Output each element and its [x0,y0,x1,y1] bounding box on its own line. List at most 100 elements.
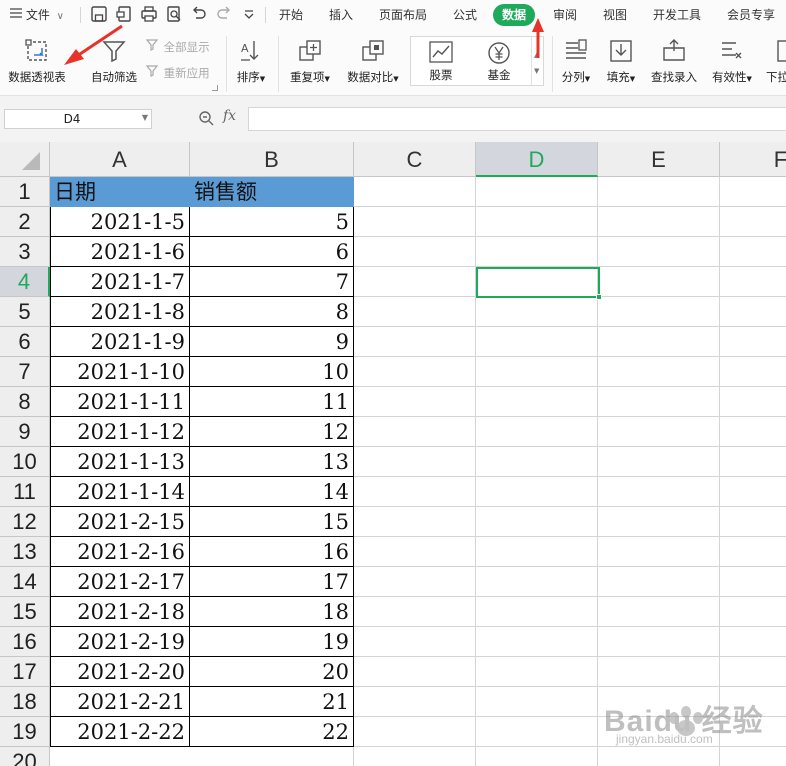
tab-member[interactable]: 会员专享 [727,0,775,30]
cell-sales[interactable]: 11 [190,387,354,417]
row-header-6[interactable]: 6 [0,327,50,357]
tab-review[interactable]: 审阅 [553,0,577,30]
show-all-button[interactable]: 全部显示 [145,39,210,57]
validity-button[interactable]: 有效性▼ [706,32,758,92]
chevron-down-icon[interactable]: ▼ [142,113,148,122]
column-header-f[interactable]: F [720,142,786,177]
cell-sales[interactable]: 19 [190,627,354,657]
lookup-entry-button[interactable]: 查找录入 [646,32,702,92]
cell-sales[interactable]: 17 [190,567,354,597]
data-compare-button[interactable]: 数据对比▼ [342,32,404,92]
row-header-16[interactable]: 16 [0,627,50,657]
row-header-12[interactable]: 12 [0,507,50,537]
row-header-11[interactable]: 11 [0,477,50,507]
name-box[interactable]: D4 ▼ [4,109,152,129]
column-header-e[interactable]: E [598,142,720,177]
fill-button[interactable]: 填充▼ [600,32,642,92]
print-icon[interactable] [140,5,160,25]
column-header-b[interactable]: B [190,142,354,177]
formula-input[interactable] [248,107,786,131]
duplicates-button[interactable]: 重复项▼ [284,32,336,92]
row-header-20[interactable]: 20 [0,747,50,766]
cell-date[interactable]: 2021-2-17 [50,567,190,597]
cell-sales[interactable]: 8 [190,297,354,327]
cell-sales[interactable]: 6 [190,237,354,267]
dialog-launcher-icon[interactable] [212,85,218,91]
row-header-14[interactable]: 14 [0,567,50,597]
cell-date[interactable]: 2021-2-20 [50,657,190,687]
dropdown-list-button[interactable]: 下拉 [762,32,786,92]
undo-icon[interactable] [190,5,210,25]
row-header-8[interactable]: 8 [0,387,50,417]
tab-home[interactable]: 开始 [279,0,303,30]
cell-sales[interactable]: 10 [190,357,354,387]
row-header-15[interactable]: 15 [0,597,50,627]
cell-date[interactable]: 2021-1-10 [50,357,190,387]
cell-sales[interactable]: 21 [190,687,354,717]
split-column-button[interactable]: 分列▼ [556,32,596,92]
cell-sales[interactable]: 18 [190,597,354,627]
cell-date[interactable]: 2021-1-14 [50,477,190,507]
cell-date[interactable]: 2021-1-6 [50,237,190,267]
cell-date[interactable]: 2021-2-19 [50,627,190,657]
row-header-1[interactable]: 1 [0,177,50,207]
row-header-13[interactable]: 13 [0,537,50,567]
funds-button[interactable]: 基金 [471,37,527,87]
cell-b1-header[interactable]: 销售额 [190,177,354,207]
active-cell-selection[interactable] [476,267,602,300]
row-header-17[interactable]: 17 [0,657,50,687]
file-menu[interactable]: 文件 ∨ [10,0,64,30]
row-header-9[interactable]: 9 [0,417,50,447]
cell-date[interactable]: 2021-2-16 [50,537,190,567]
row-header-7[interactable]: 7 [0,357,50,387]
column-header-a[interactable]: A [50,142,190,177]
cell-sales[interactable]: 15 [190,507,354,537]
cell-sales[interactable]: 12 [190,417,354,447]
cell-date[interactable]: 2021-1-12 [50,417,190,447]
cell-date[interactable]: 2021-1-5 [50,207,190,237]
cell-date[interactable]: 2021-2-21 [50,687,190,717]
column-header-d[interactable]: D [476,142,598,177]
tab-developer[interactable]: 开发工具 [653,0,701,30]
cell-sales[interactable]: 22 [190,717,354,747]
row-header-5[interactable]: 5 [0,297,50,327]
cell-sales[interactable]: 5 [190,207,354,237]
cell-sales[interactable]: 9 [190,327,354,357]
tab-formulas[interactable]: 公式 [453,0,477,30]
redo-icon[interactable] [215,5,235,25]
insert-function-button[interactable]: fx [223,108,236,124]
cell-sales[interactable]: 7 [190,267,354,297]
cell-date[interactable]: 2021-2-18 [50,597,190,627]
cell-sales[interactable]: 16 [190,537,354,567]
fill-handle[interactable] [596,294,602,300]
zoom-search-icon[interactable] [198,110,214,130]
row-header-2[interactable]: 2 [0,207,50,237]
row-header-19[interactable]: 19 [0,717,50,747]
cell-date[interactable]: 2021-1-7 [50,267,190,297]
tab-page-layout[interactable]: 页面布局 [379,0,427,30]
cell-a1-header[interactable]: 日期 [50,177,190,207]
print-preview-icon[interactable] [165,5,185,25]
tab-insert[interactable]: 插入 [329,0,353,30]
cell-date[interactable]: 2021-1-13 [50,447,190,477]
gallery-more-icon[interactable]: ▼ [534,67,539,75]
cell-sales[interactable]: 20 [190,657,354,687]
customize-quick-access-icon[interactable] [240,5,260,25]
tab-data[interactable]: 数据 [493,4,536,26]
select-all-corner[interactable] [0,142,50,177]
cell-date[interactable]: 2021-2-15 [50,507,190,537]
row-header-10[interactable]: 10 [0,447,50,477]
cell-sales[interactable]: 13 [190,447,354,477]
column-header-c[interactable]: C [354,142,476,177]
row-header-3[interactable]: 3 [0,237,50,267]
cell-date[interactable]: 2021-1-11 [50,387,190,417]
reapply-button[interactable]: 重新应用 [145,65,210,83]
row-header-18[interactable]: 18 [0,687,50,717]
stocks-button[interactable]: 股票 [413,37,469,87]
tab-view[interactable]: 视图 [603,0,627,30]
cell-date[interactable]: 2021-1-9 [50,327,190,357]
cell-sales[interactable]: 14 [190,477,354,507]
row-header-4[interactable]: 4 [0,267,50,297]
sort-button[interactable]: A 排序▼ [231,32,271,92]
cell-date[interactable]: 2021-1-8 [50,297,190,327]
